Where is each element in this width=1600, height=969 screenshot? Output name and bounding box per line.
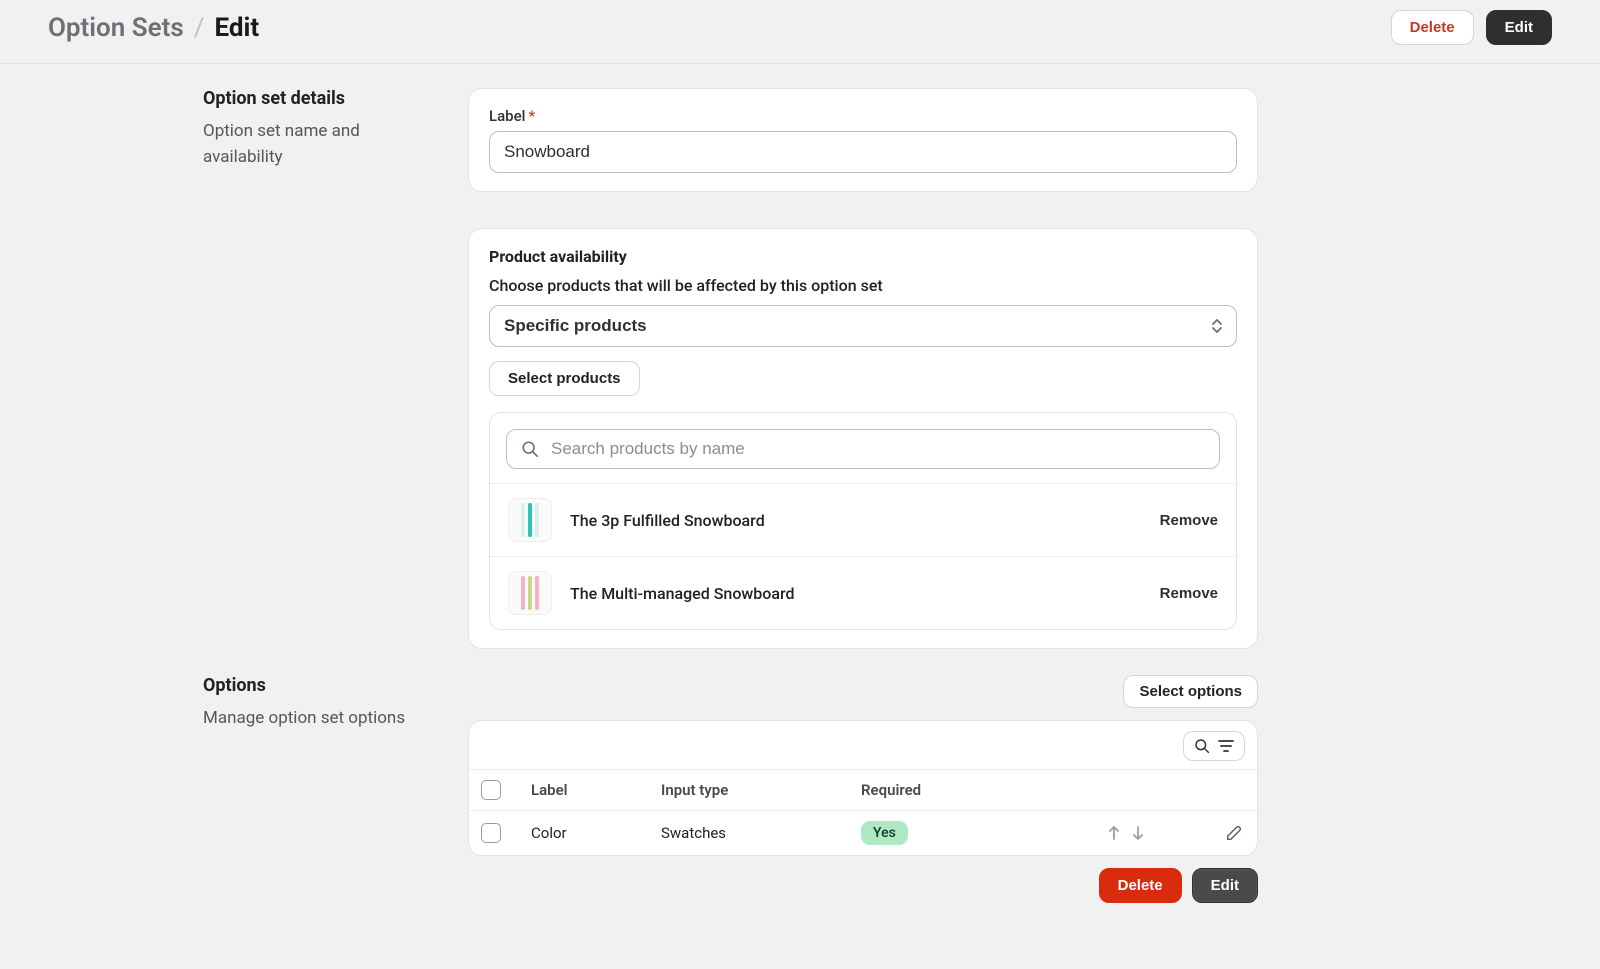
availability-desc: Choose products that will be affected by… <box>489 276 1237 295</box>
filter-icon <box>1218 739 1234 753</box>
section-options: Options Manage option set options Select… <box>48 675 1552 903</box>
product-row: The Multi-managed Snowboard Remove <box>490 556 1236 629</box>
product-search-wrap[interactable] <box>506 429 1220 469</box>
label-input[interactable] <box>489 131 1237 173</box>
required-badge: Yes <box>861 821 908 845</box>
delete-option-button[interactable]: Delete <box>1099 868 1182 903</box>
edit-option-button[interactable]: Edit <box>1192 868 1258 903</box>
product-name: The Multi-managed Snowboard <box>570 584 795 603</box>
product-name: The 3p Fulfilled Snowboard <box>570 511 765 530</box>
product-thumbnail <box>508 498 552 542</box>
remove-product-button[interactable]: Remove <box>1160 512 1218 529</box>
select-all-checkbox[interactable] <box>481 780 501 800</box>
options-heading: Options <box>203 675 436 696</box>
availability-heading: Product availability <box>489 247 1237 266</box>
product-thumbnail <box>508 571 552 615</box>
options-desc: Manage option set options <box>203 706 436 732</box>
product-row: The 3p Fulfilled Snowboard Remove <box>490 483 1236 556</box>
row-label: Color <box>531 824 661 842</box>
breadcrumb-separator: / <box>194 13 205 43</box>
col-label: Label <box>531 781 661 799</box>
availability-scope-select[interactable] <box>489 305 1237 347</box>
row-checkbox[interactable] <box>481 823 501 843</box>
details-desc: Option set name and availability <box>203 119 436 170</box>
col-input-type: Input type <box>661 781 861 799</box>
table-row: Color Swatches Yes <box>469 811 1257 855</box>
remove-product-button[interactable]: Remove <box>1160 585 1218 602</box>
pencil-icon[interactable] <box>1225 824 1243 842</box>
options-table: Label Input type Required Color Swatches… <box>468 720 1258 856</box>
edit-button[interactable]: Edit <box>1486 10 1552 45</box>
select-options-button[interactable]: Select options <box>1123 675 1258 708</box>
section-details-meta: Option set details Option set name and a… <box>48 88 468 170</box>
section-options-meta: Options Manage option set options <box>48 675 468 732</box>
required-star: * <box>528 107 535 125</box>
breadcrumb-root[interactable]: Option Sets <box>48 13 184 43</box>
search-icon <box>521 440 539 458</box>
select-products-button[interactable]: Select products <box>489 361 640 396</box>
product-search-input[interactable] <box>551 439 1205 459</box>
search-filter-button[interactable] <box>1183 731 1245 761</box>
col-required: Required <box>861 781 1061 799</box>
label-field-label: Label* <box>489 107 1237 125</box>
breadcrumb: Option Sets / Edit <box>48 13 259 43</box>
move-up-icon[interactable] <box>1107 825 1121 841</box>
move-down-icon[interactable] <box>1131 825 1145 841</box>
breadcrumb-current: Edit <box>214 13 259 43</box>
products-box: The 3p Fulfilled Snowboard Remove The Mu… <box>489 412 1237 630</box>
label-card: Label* <box>468 88 1258 192</box>
row-input-type: Swatches <box>661 824 861 842</box>
availability-card: Product availability Choose products tha… <box>468 228 1258 649</box>
details-heading: Option set details <box>203 88 436 109</box>
section-details: Option set details Option set name and a… <box>48 88 1552 649</box>
delete-button[interactable]: Delete <box>1391 10 1474 45</box>
options-footer-actions: Delete Edit <box>468 868 1258 903</box>
top-actions: Delete Edit <box>1391 10 1552 45</box>
search-icon <box>1194 738 1210 754</box>
options-header: Select options <box>468 675 1258 708</box>
top-bar: Option Sets / Edit Delete Edit <box>0 0 1600 64</box>
table-header-row: Label Input type Required <box>469 769 1257 811</box>
